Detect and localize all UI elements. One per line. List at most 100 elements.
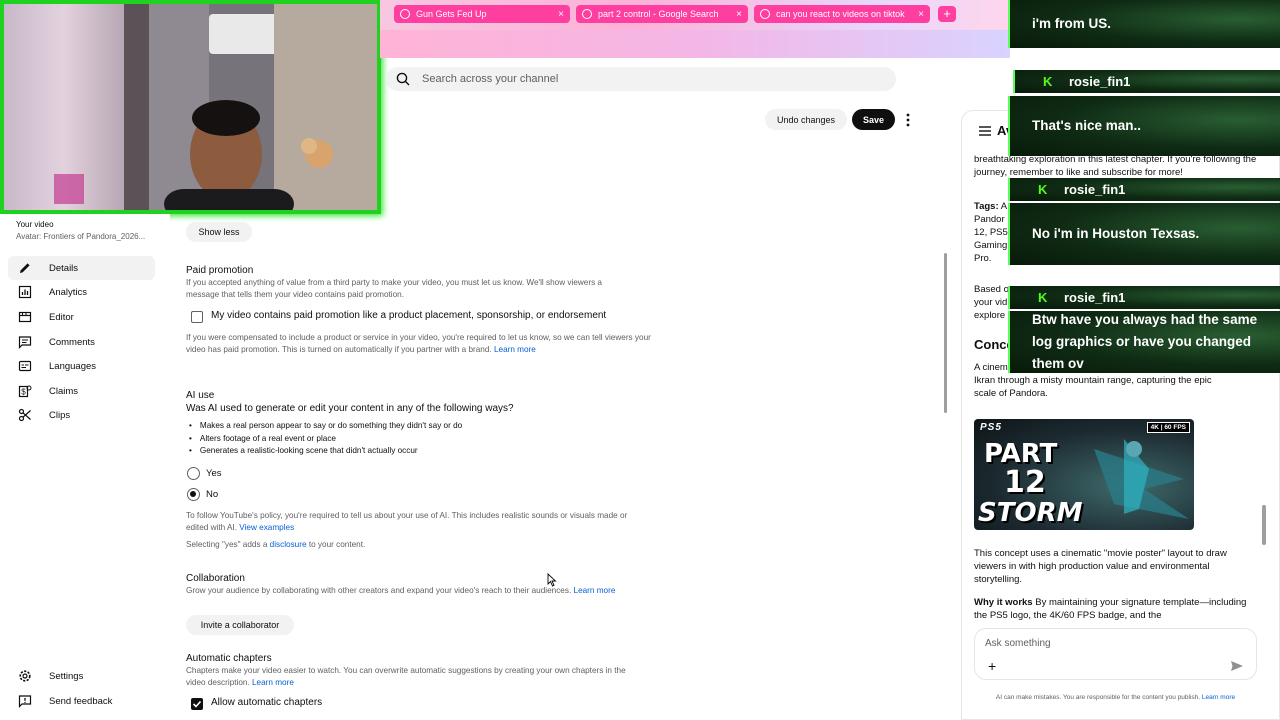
thumbnail-preview[interactable]: PS5 4K | 60 FPS PART 12 STORM [974,419,1194,530]
undo-changes-button[interactable]: Undo changes [765,109,847,130]
paid-promotion-heading: Paid promotion [186,265,254,276]
main-scrollbar[interactable] [944,253,947,413]
more-options-icon[interactable] [902,112,914,128]
show-less-button[interactable]: Show less [186,222,252,242]
tab-close-icon[interactable]: × [736,9,742,20]
sidebar-item-editor[interactable]: Editor [8,305,155,329]
ai-use-yes-label[interactable]: Yes [206,468,222,479]
studio-sidebar: Your video Avatar: Frontiers of Pandora_… [0,214,170,720]
chapters-description: Chapters make your video easier to watch… [186,665,646,689]
save-button[interactable]: Save [852,109,895,130]
sidebar-item-label: Analytics [49,286,88,298]
ai-use-no-radio[interactable] [187,488,200,501]
chat-username: rosie_fin1 [1064,182,1126,197]
new-tab-button[interactable]: + [938,6,956,22]
hamburger-menu-icon[interactable] [978,125,992,137]
tags-line: Pandor [974,214,1005,225]
learn-more-link[interactable]: Learn more [494,345,536,354]
chat-username-row: K rosie_fin1 [1008,286,1280,309]
languages-icon [18,360,32,372]
sidebar-item-details[interactable]: Details [8,256,155,280]
video-title[interactable]: Avatar: Frontiers of Pandora_2026... [16,232,145,241]
tab-close-icon[interactable]: × [558,9,564,20]
collaboration-text: Grow your audience by collaborating with… [186,586,572,595]
paid-promotion-checkbox[interactable] [191,311,203,323]
sidebar-item-analytics[interactable]: Analytics [8,280,155,304]
collaboration-heading: Collaboration [186,573,245,584]
sidebar-item-claims[interactable]: $ Claims [8,379,155,403]
kick-logo-icon: K [1038,289,1048,305]
chat-message-text: That's nice man.. [1032,118,1141,133]
send-icon[interactable] [1230,660,1244,672]
chat-username: rosie_fin1 [1064,290,1126,305]
paid-promotion-checkbox-label[interactable]: My video contains paid promotion like a … [211,310,606,321]
selecting-text: Selecting "yes" adds a [186,540,268,549]
tags-label: Tags: [974,201,999,212]
sidebar-item-label: Editor [49,311,74,323]
tab-favicon-icon [582,9,592,19]
chat-message-text: Btw have you always had the same log gra… [1032,312,1258,371]
checkmark-icon [192,700,202,708]
scissors-icon [18,408,31,422]
invite-collaborator-button[interactable]: Invite a collaborator [186,615,294,635]
search-icon [396,72,410,86]
learn-more-link[interactable]: Learn more [574,586,616,595]
sidebar-item-languages[interactable]: Languages [8,354,155,378]
ai-use-yes-radio[interactable] [187,467,200,480]
browser-toolbar [380,30,1010,58]
chat-message: That's nice man.. [1008,96,1280,156]
comments-icon [18,336,32,349]
sidebar-item-comments[interactable]: Comments [8,330,155,354]
sidebar-item-label: Clips [49,409,71,421]
webcam-overlay [0,0,381,214]
gear-icon [19,670,31,682]
collaboration-description: Grow your audience by collaborating with… [186,585,666,597]
ai-assistant-panel: Av breathtaking exploration in this late… [961,110,1280,720]
disclosure-link[interactable]: disclosure [270,540,307,549]
list-item: Generates a realistic-looking scene that… [189,445,462,458]
ai-use-no-label[interactable]: No [206,489,218,500]
sidebar-item-send-feedback[interactable]: Send feedback [8,689,155,713]
ps5-logo: PS5 [980,422,1002,433]
paid-promotion-description: If you accepted anything of value from a… [186,278,602,299]
kick-logo-icon: K [1043,73,1053,89]
learn-more-link[interactable]: Learn more [1202,694,1235,701]
sidebar-item-label: Send feedback [49,695,113,707]
ask-placeholder: Ask something [985,638,1051,649]
tags-line: Pro. [974,253,992,264]
ask-something-input[interactable]: Ask something + [974,628,1257,680]
chat-message-text: No i'm in Houston Texsas. [1032,226,1200,241]
browser-tab[interactable]: can you react to videos on tiktok × [754,5,930,23]
browser-tab[interactable]: Gun Gets Fed Up × [394,5,570,23]
view-examples-link[interactable]: View examples [239,523,294,532]
chat-message: No i'm in Houston Texsas. [1008,203,1280,265]
tab-close-icon[interactable]: × [918,9,924,20]
webcam-feed-image [4,4,377,210]
ai-panel-scrollbar[interactable] [1262,505,1266,545]
thumbnail-number-text: 12 [1004,465,1046,500]
tab-favicon-icon [400,9,410,19]
allow-chapters-label[interactable]: Allow automatic chapters [211,697,322,708]
concept-line: Ikran through a misty mountain range, ca… [974,375,1212,386]
ai-disclosure-note: Selecting "yes" adds a disclosure to you… [186,539,646,551]
list-item: Alters footage of a real event or place [189,433,462,446]
tags-line: Gaming [974,240,1008,251]
allow-chapters-checkbox[interactable] [191,698,203,710]
sidebar-item-settings[interactable]: Settings [8,664,155,688]
ai-disclaimer: AI can make mistakes. You are responsibl… [974,694,1257,701]
mouse-cursor-icon [547,573,557,587]
chat-username-row: K rosie_fin1 [1008,178,1280,201]
chat-username-row: K rosie_fin1 [1013,70,1280,93]
learn-more-link[interactable]: Learn more [252,678,294,687]
sidebar-item-label: Languages [49,360,97,372]
channel-search-bar[interactable]: Search across your channel [386,67,896,91]
tab-label: can you react to videos on tiktok [776,9,905,19]
based-line: Based o [974,284,1009,295]
concept-explanation: This concept uses a cinematic "movie pos… [974,548,1227,585]
search-placeholder: Search across your channel [422,73,559,85]
sidebar-item-clips[interactable]: Clips [8,403,155,427]
add-attachment-icon[interactable]: + [988,659,996,673]
chat-message: i'm from US. [1008,0,1280,48]
browser-tab[interactable]: part 2 control - Google Search × [576,5,748,23]
chat-message: Btw have you always had the same log gra… [1008,311,1280,373]
